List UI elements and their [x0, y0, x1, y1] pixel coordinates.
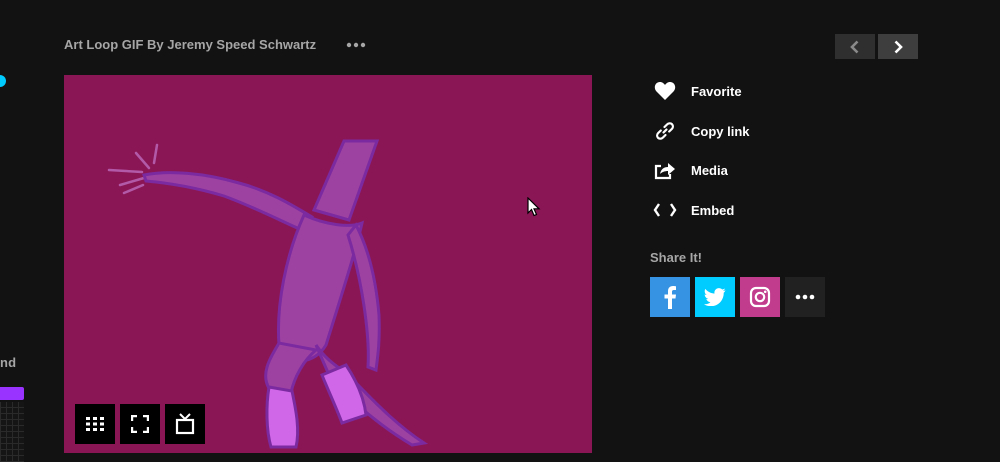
share-arrow-icon [650, 157, 680, 183]
twitter-icon [704, 288, 726, 306]
sidebar-label: nd [0, 355, 17, 370]
gif-title: Art Loop GIF By Jeremy Speed Schwartz [64, 37, 317, 52]
previous-gif-button[interactable] [835, 34, 875, 59]
link-icon [650, 118, 680, 144]
more-icon [795, 294, 815, 300]
sidebar-thumbnail[interactable] [0, 402, 24, 462]
grid-view-button[interactable] [75, 404, 115, 444]
media-label: Media [691, 162, 728, 178]
copy-link-button[interactable]: Copy link [650, 118, 830, 144]
mouse-cursor-icon [527, 197, 541, 217]
grid-icon [86, 417, 104, 431]
more-share-button[interactable] [785, 277, 825, 317]
chevron-left-icon [850, 40, 859, 53]
code-brackets-icon [650, 197, 680, 223]
tv-mode-button[interactable] [165, 404, 205, 444]
next-gif-button[interactable] [878, 34, 918, 59]
instagram-icon [749, 286, 771, 308]
heart-icon [650, 78, 680, 104]
sidebar-badge-icon [0, 75, 6, 87]
facebook-share-button[interactable] [650, 277, 690, 317]
gif-player[interactable] [64, 75, 592, 453]
fullscreen-button[interactable] [120, 404, 160, 444]
more-options-button[interactable] [345, 36, 367, 54]
embed-button[interactable]: Embed [650, 197, 830, 223]
favorite-button[interactable]: Favorite [650, 78, 830, 104]
chevron-right-icon [894, 40, 903, 53]
dancing-figure-artwork [107, 139, 429, 449]
media-button[interactable]: Media [650, 157, 830, 183]
favorite-label: Favorite [691, 83, 742, 99]
twitter-share-button[interactable] [695, 277, 735, 317]
tv-icon [175, 413, 195, 435]
facebook-icon [664, 286, 676, 309]
sidebar-button[interactable] [0, 387, 24, 400]
ellipsis-icon [346, 42, 366, 48]
fullscreen-icon [131, 415, 149, 433]
embed-label: Embed [691, 202, 735, 218]
instagram-share-button[interactable] [740, 277, 780, 317]
share-heading: Share It! [650, 250, 703, 265]
copy-link-label: Copy link [691, 123, 750, 139]
